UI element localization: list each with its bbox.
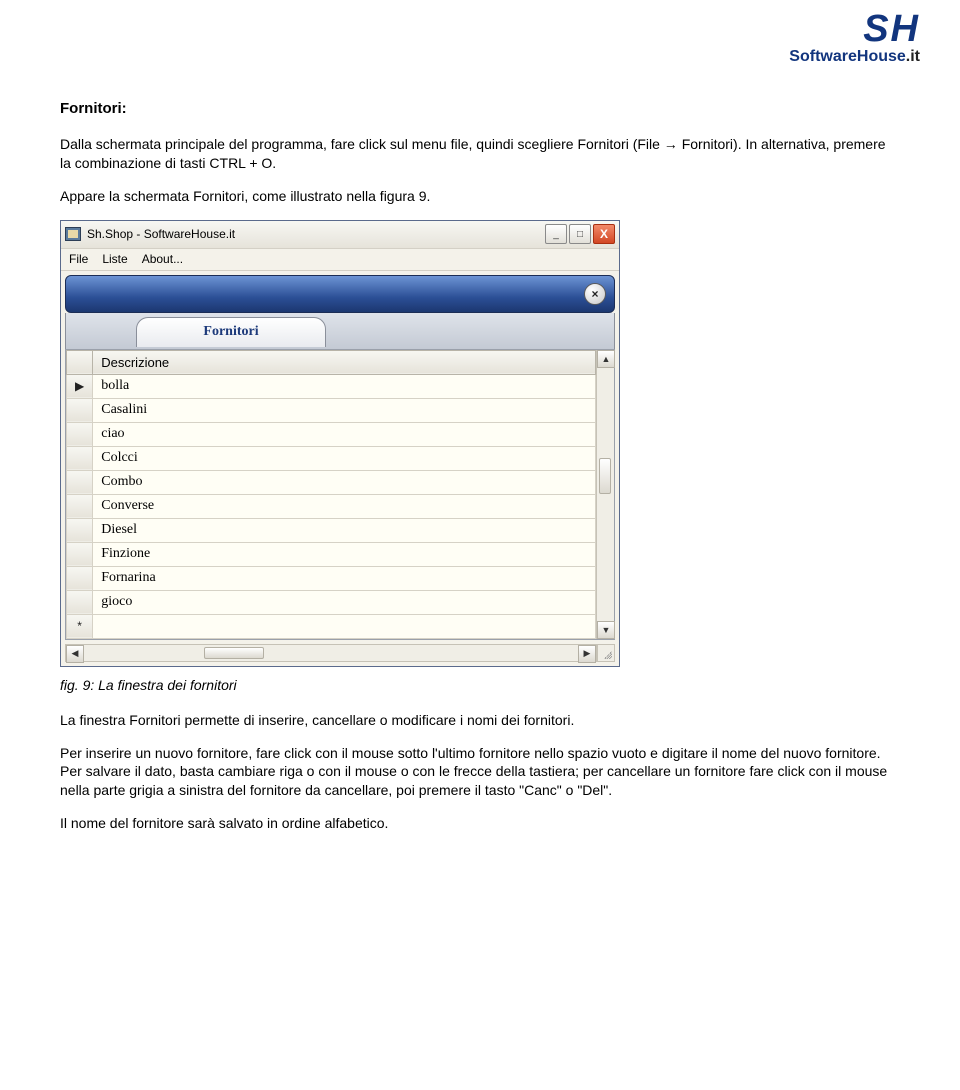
- row-marker[interactable]: [67, 422, 93, 446]
- toolbar: ×: [65, 275, 615, 313]
- vertical-scrollbar[interactable]: ▲ ▼: [596, 350, 614, 639]
- row-marker[interactable]: [67, 494, 93, 518]
- horizontal-scrollbar[interactable]: ◀ ▶: [65, 644, 597, 662]
- row-marker[interactable]: [67, 542, 93, 566]
- tab-fornitori[interactable]: Fornitori: [136, 317, 326, 347]
- cell-value[interactable]: ciao: [93, 422, 596, 446]
- screenshot-window: Sh.Shop - SoftwareHouse.it _ □ X File Li…: [60, 220, 900, 667]
- table-row[interactable]: gioco: [67, 590, 596, 614]
- cell-value[interactable]: Converse: [93, 494, 596, 518]
- data-grid[interactable]: Descrizione ▶bolla Casalini ciao Colcci …: [65, 349, 615, 640]
- cell-value[interactable]: Fornarina: [93, 566, 596, 590]
- scroll-right-icon[interactable]: ▶: [578, 645, 596, 663]
- logo-sub-right: ouse: [868, 48, 905, 65]
- row-marker[interactable]: [67, 590, 93, 614]
- row-marker[interactable]: ▶: [67, 374, 93, 398]
- paragraph-1: Dalla schermata principale del programma…: [60, 135, 900, 173]
- tab-bar: Fornitori: [65, 313, 615, 349]
- logo-sub-ext: .it: [906, 48, 920, 65]
- menu-liste[interactable]: Liste: [102, 252, 127, 266]
- table-row[interactable]: Diesel: [67, 518, 596, 542]
- cell-value[interactable]: gioco: [93, 590, 596, 614]
- logo-sub-left: Software: [789, 48, 857, 65]
- vscroll-thumb[interactable]: [599, 458, 611, 494]
- table-row-new[interactable]: *: [67, 614, 596, 638]
- column-header-descrizione[interactable]: Descrizione: [93, 350, 596, 374]
- cell-value[interactable]: bolla: [93, 374, 596, 398]
- app-icon: [65, 227, 81, 241]
- minimize-button[interactable]: _: [545, 224, 567, 244]
- cell-value[interactable]: Finzione: [93, 542, 596, 566]
- resize-grip-icon[interactable]: [597, 644, 615, 662]
- menu-about[interactable]: About...: [142, 252, 183, 266]
- section-heading: Fornitori:: [60, 100, 900, 117]
- row-marker[interactable]: [67, 446, 93, 470]
- table-row[interactable]: Fornarina: [67, 566, 596, 590]
- paragraph-2: Appare la schermata Fornitori, come illu…: [60, 187, 900, 206]
- toolbar-close-icon[interactable]: ×: [584, 283, 606, 305]
- cell-value[interactable]: Colcci: [93, 446, 596, 470]
- logo-top: SH: [789, 10, 920, 48]
- brand-logo: SH SoftwareHouse.it: [789, 10, 920, 66]
- menu-file[interactable]: File: [69, 252, 88, 266]
- cell-value[interactable]: Diesel: [93, 518, 596, 542]
- hscroll-thumb[interactable]: [204, 647, 264, 659]
- row-marker[interactable]: [67, 566, 93, 590]
- logo-sub: SoftwareHouse.it: [789, 48, 920, 66]
- maximize-button[interactable]: □: [569, 224, 591, 244]
- column-header-rowselector[interactable]: [67, 350, 93, 374]
- figure-caption: fig. 9: La finestra dei fornitori: [60, 677, 900, 693]
- table-row[interactable]: Converse: [67, 494, 596, 518]
- vscroll-track[interactable]: [597, 368, 614, 621]
- close-button[interactable]: X: [593, 224, 615, 244]
- table-row[interactable]: ▶bolla: [67, 374, 596, 398]
- window-titlebar[interactable]: Sh.Shop - SoftwareHouse.it _ □ X: [61, 221, 619, 249]
- row-marker[interactable]: *: [67, 614, 93, 638]
- scroll-up-icon[interactable]: ▲: [597, 350, 615, 368]
- logo-sub-mid: H: [857, 48, 869, 65]
- table-row[interactable]: Casalini: [67, 398, 596, 422]
- row-marker[interactable]: [67, 518, 93, 542]
- hscroll-track[interactable]: [84, 645, 578, 661]
- window-title: Sh.Shop - SoftwareHouse.it: [87, 227, 545, 241]
- paragraph-3: La finestra Fornitori permette di inseri…: [60, 711, 900, 730]
- table-row[interactable]: Colcci: [67, 446, 596, 470]
- paragraph-5: Il nome del fornitore sarà salvato in or…: [60, 814, 900, 833]
- menu-bar: File Liste About...: [61, 249, 619, 271]
- cell-value[interactable]: Combo: [93, 470, 596, 494]
- paragraph-4: Per inserire un nuovo fornitore, fare cl…: [60, 744, 900, 801]
- cell-value[interactable]: Casalini: [93, 398, 596, 422]
- cell-value[interactable]: [93, 614, 596, 638]
- table-row[interactable]: Finzione: [67, 542, 596, 566]
- row-marker[interactable]: [67, 398, 93, 422]
- table-row[interactable]: ciao: [67, 422, 596, 446]
- row-marker[interactable]: [67, 470, 93, 494]
- scroll-down-icon[interactable]: ▼: [597, 621, 615, 639]
- scroll-left-icon[interactable]: ◀: [66, 645, 84, 663]
- table-row[interactable]: Combo: [67, 470, 596, 494]
